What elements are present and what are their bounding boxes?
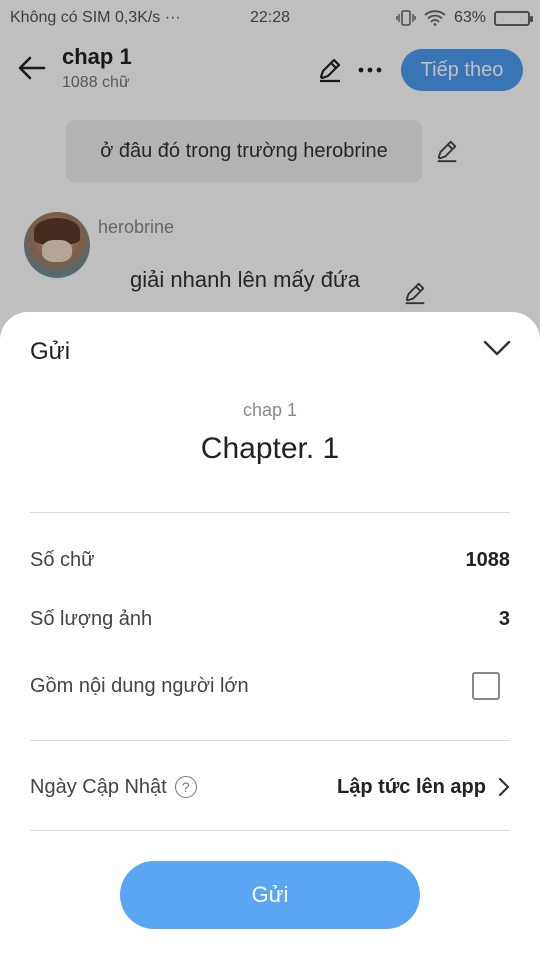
chevron-right-icon [498,777,510,797]
update-date-value-group: Lập tức lên app [337,776,510,799]
sheet-title: Gửi [30,338,71,365]
chapter-name: Chapter. 1 [200,432,340,465]
chevron-down-icon [483,340,511,356]
submit-button[interactable]: Gửi [120,861,420,929]
image-count-value: 3 [498,607,510,630]
update-date-label-group: Ngày Cập Nhật ? [30,776,197,799]
image-count-row: Số lượng ảnh 3 [30,599,510,639]
divider [30,512,510,513]
update-date-value: Lập tức lên app [337,775,486,798]
adult-content-row: Gồm nội dung người lớn [30,666,510,706]
update-date-row[interactable]: Ngày Cập Nhật ? Lập tức lên app [30,767,510,807]
divider [30,830,510,831]
adult-content-checkbox[interactable] [472,672,500,700]
word-count-row: Số chữ 1088 [30,540,510,580]
send-bottom-sheet: Gửi chap 1 Chapter. 1 Số chữ 1088 Số lượ… [0,312,540,960]
adult-content-label: Gồm nội dung người lớn [30,674,249,697]
collapse-button[interactable] [478,332,516,364]
chapter-subtitle: chap 1 [242,400,298,420]
divider [30,740,510,741]
update-date-label: Ngày Cập Nhật [30,775,167,798]
image-count-label: Số lượng ảnh [30,607,153,630]
word-count-value: 1088 [465,548,511,571]
word-count-label: Số chữ [30,548,95,571]
question-icon[interactable]: ? [174,776,197,798]
